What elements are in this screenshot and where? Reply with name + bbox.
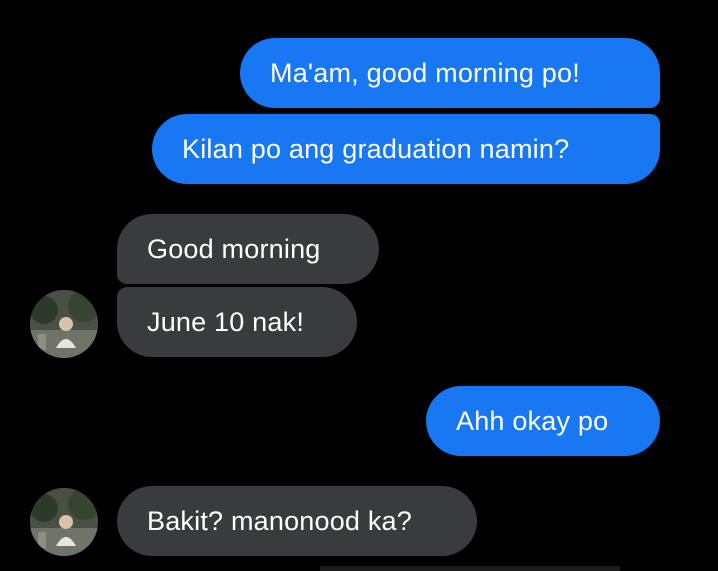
sent-message-bubble[interactable]: Ahh okay po [426,386,660,456]
message-text: Ma'am, good morning po! [270,57,580,88]
message-text: Bakit? manonood ka? [147,505,412,536]
contact-avatar-photo-icon [30,488,98,556]
contact-avatar[interactable] [30,488,98,556]
message-text: Ahh okay po [456,405,609,436]
sent-message-bubble[interactable]: Ma'am, good morning po! [240,38,660,108]
sent-message-bubble[interactable]: Kilan po ang graduation namin? [152,114,660,184]
message-text: Kilan po ang graduation namin? [182,133,570,164]
received-message-bubble[interactable]: Bakit? manonood ka? [117,486,477,556]
contact-avatar-photo-icon [30,290,98,358]
message-text: June 10 nak! [147,306,305,337]
cropped-next-bubble-edge [320,566,620,571]
contact-avatar[interactable] [30,290,98,358]
received-message-bubble[interactable]: Good morning [117,214,379,284]
chat-thread: Ma'am, good morning po! Kilan po ang gra… [0,0,718,571]
message-text: Good morning [147,233,321,264]
received-message-bubble[interactable]: June 10 nak! [117,287,357,357]
